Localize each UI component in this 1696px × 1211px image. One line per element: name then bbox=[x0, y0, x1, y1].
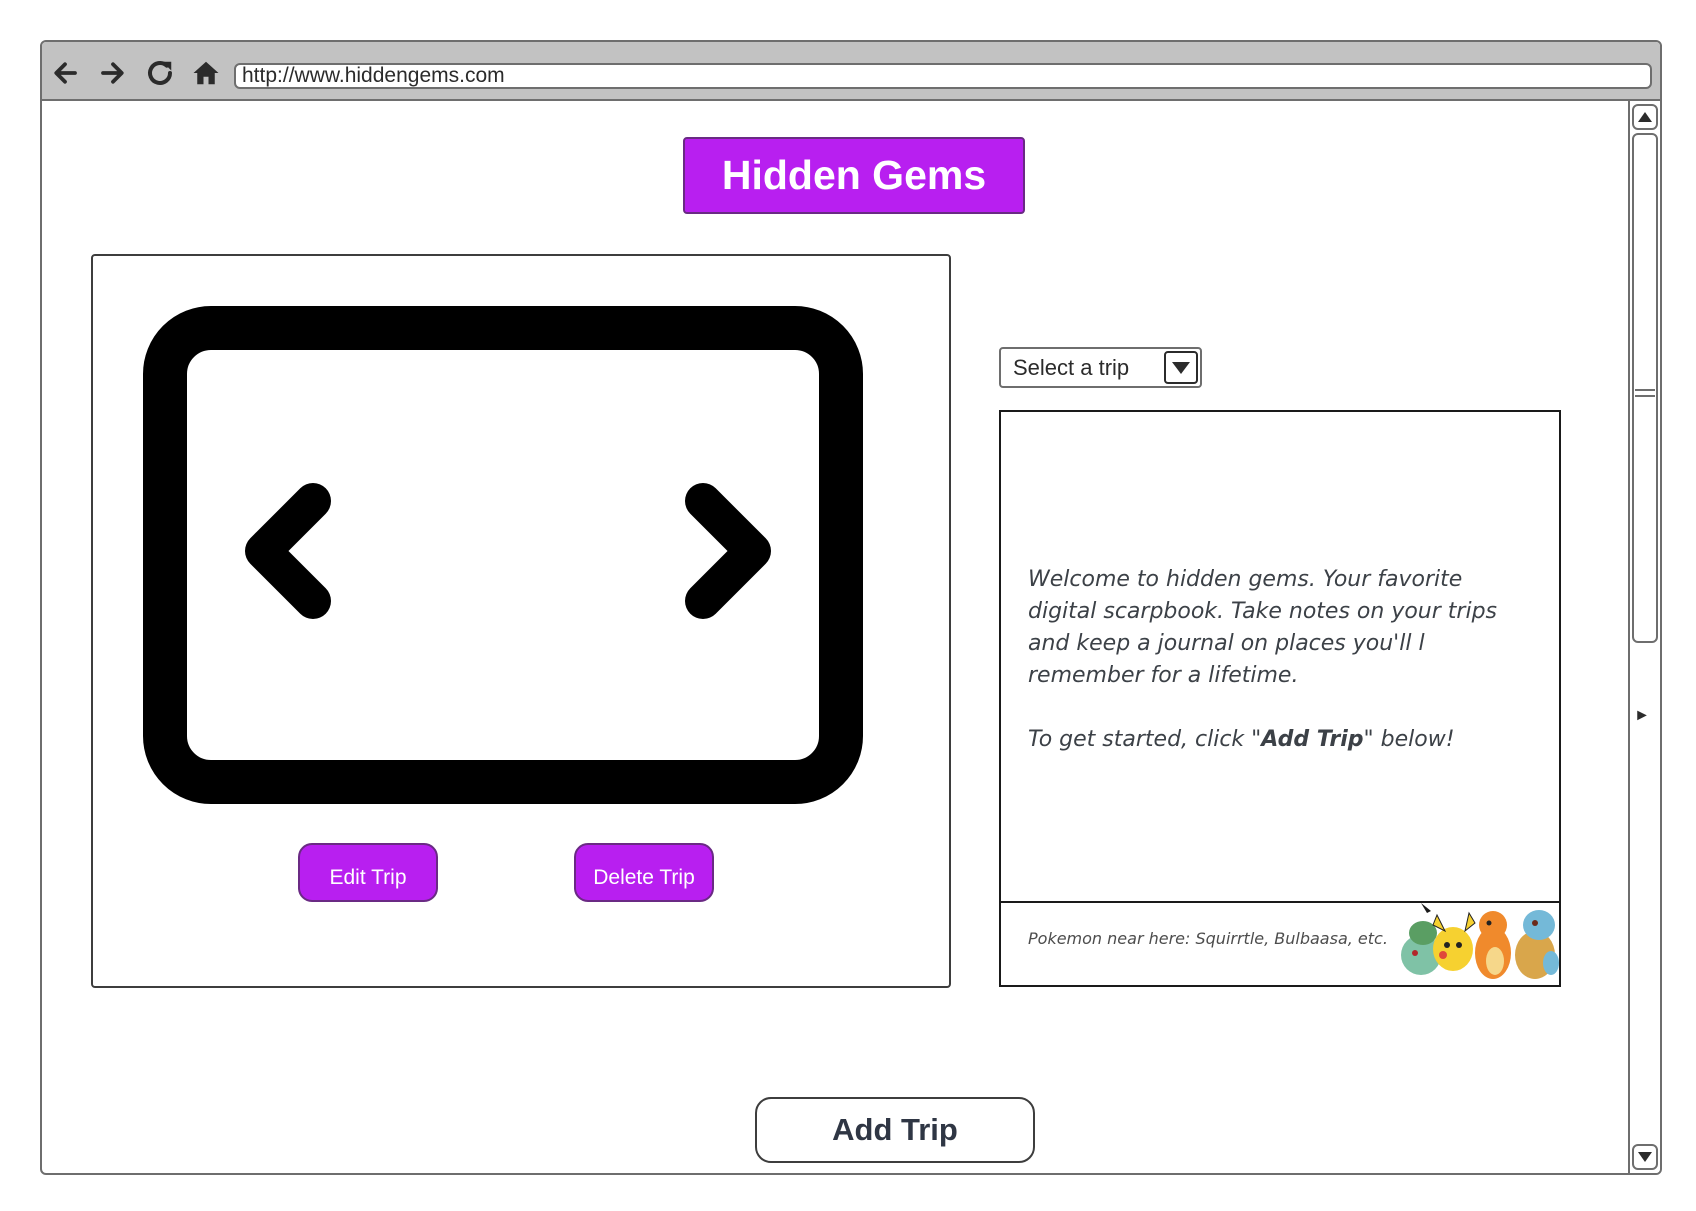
welcome-text: Welcome to hidden gems. Your favorite di… bbox=[1028, 564, 1528, 756]
page-title: Hidden Gems bbox=[683, 137, 1025, 214]
scroll-up-button[interactable] bbox=[1632, 104, 1658, 130]
add-trip-button[interactable]: Add Trip bbox=[755, 1097, 1035, 1163]
browser-window: http://www.hiddengems.com ► Hidden Gems … bbox=[40, 40, 1662, 1175]
cta-bold: Add Trip bbox=[1261, 727, 1364, 752]
edit-trip-button[interactable]: Edit Trip bbox=[298, 843, 438, 902]
forward-arrow-icon[interactable] bbox=[96, 56, 130, 90]
scroll-thumb[interactable] bbox=[1632, 133, 1658, 643]
dropdown-arrow-icon[interactable] bbox=[1164, 351, 1198, 384]
chevron-left-icon[interactable] bbox=[233, 481, 333, 626]
vertical-scrollbar[interactable] bbox=[1628, 101, 1660, 1173]
pokemon-nearby-text: Pokemon near here: Squirrtle, Bulbaasa, … bbox=[1028, 929, 1388, 948]
triangle-right-icon: ► bbox=[1634, 707, 1650, 724]
reload-icon[interactable] bbox=[143, 56, 177, 90]
cta-suffix: " below! bbox=[1363, 727, 1455, 752]
pokemon-image bbox=[1397, 903, 1559, 985]
chevron-right-icon[interactable] bbox=[683, 481, 783, 626]
welcome-panel: Welcome to hidden gems. Your favorite di… bbox=[999, 410, 1561, 987]
browser-toolbar: http://www.hiddengems.com bbox=[42, 42, 1660, 101]
cta-prefix: To get started, click " bbox=[1028, 727, 1262, 752]
back-arrow-icon[interactable] bbox=[48, 56, 82, 90]
scroll-down-button[interactable] bbox=[1632, 1144, 1658, 1170]
trip-select-value: Select a trip bbox=[1013, 355, 1130, 380]
trip-gallery-panel: Edit Trip Delete Trip bbox=[91, 254, 951, 988]
welcome-paragraph: Welcome to hidden gems. Your favorite di… bbox=[1028, 567, 1497, 688]
trip-select-dropdown[interactable]: Select a trip bbox=[999, 347, 1202, 388]
pokemon-footer: Pokemon near here: Squirrtle, Bulbaasa, … bbox=[1001, 901, 1559, 985]
scroll-thumb-grip bbox=[1635, 389, 1655, 397]
delete-trip-button[interactable]: Delete Trip bbox=[574, 843, 714, 902]
home-icon[interactable] bbox=[189, 56, 223, 90]
address-bar[interactable]: http://www.hiddengems.com bbox=[234, 63, 1652, 89]
get-started-text: To get started, click "Add Trip" below! bbox=[1028, 724, 1528, 756]
